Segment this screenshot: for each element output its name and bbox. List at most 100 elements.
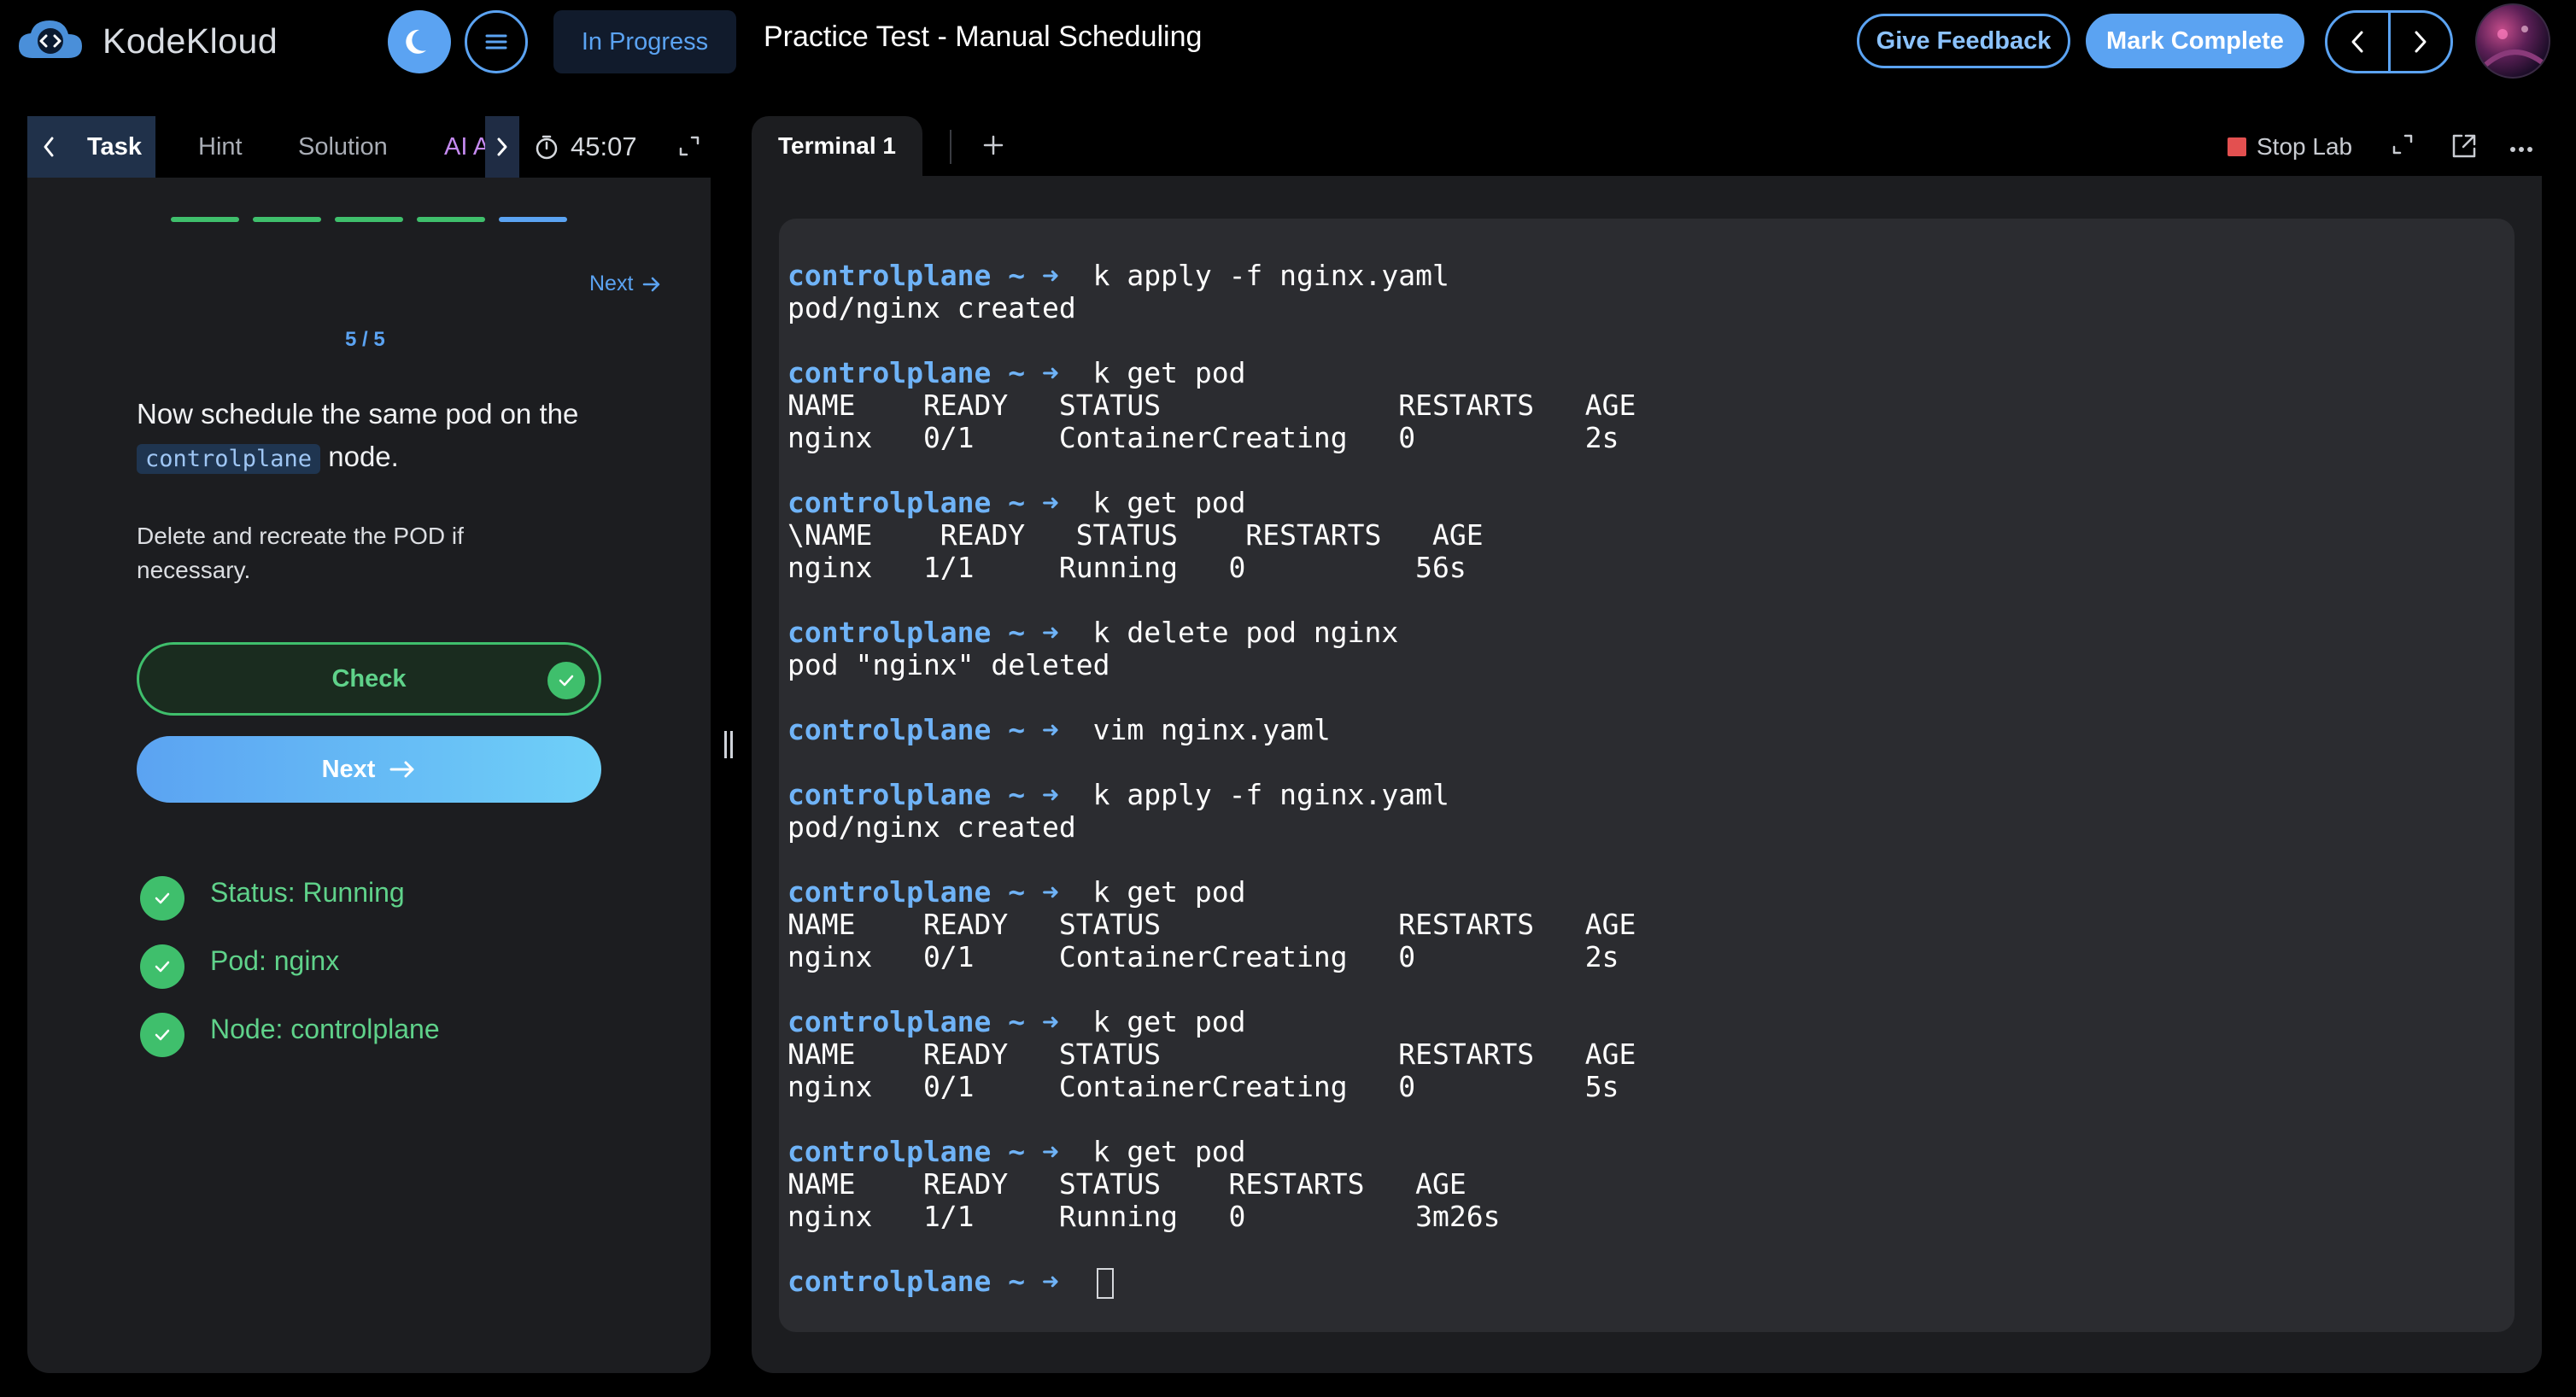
kodekloud-logo[interactable]: KodeKloud bbox=[15, 15, 278, 67]
check-circle-icon bbox=[140, 1013, 184, 1057]
panel-resize-handle[interactable] bbox=[724, 731, 736, 758]
chevron-left-icon bbox=[44, 137, 54, 157]
terminal-prompt: controlplane ~ ➜ bbox=[787, 616, 1059, 649]
terminal-command-line: controlplane ~ ➜ k delete pod nginx bbox=[787, 617, 1636, 649]
terminal-output-line: nginx 1/1 Running 0 56s bbox=[787, 551, 1467, 584]
expand-terminal-button[interactable] bbox=[2390, 132, 2415, 161]
next-question-button[interactable] bbox=[2391, 13, 2451, 71]
step-segment[interactable] bbox=[335, 217, 403, 222]
terminal-window[interactable]: controlplane ~ ➜ k apply -f nginx.yaml po… bbox=[779, 219, 2515, 1332]
check-button-label: Check bbox=[331, 664, 407, 693]
tab-solution[interactable]: Solution bbox=[298, 116, 388, 178]
terminal-command-line: controlplane ~ ➜ vim nginx.yaml bbox=[787, 714, 1636, 746]
check-circle-icon bbox=[140, 944, 184, 989]
question-subtext: Delete and recreate the POD if necessary… bbox=[137, 523, 464, 583]
expand-panel-button[interactable] bbox=[676, 133, 702, 163]
tabs-scroll-left[interactable] bbox=[27, 116, 70, 178]
status-badge: In Progress bbox=[553, 10, 736, 73]
terminal-command: vim nginx.yaml bbox=[1058, 713, 1331, 746]
next-link[interactable]: Next bbox=[589, 272, 662, 296]
terminal-output-line: \NAME READY STATUS RESTARTS AGE bbox=[787, 518, 1484, 552]
tab-task[interactable]: Task bbox=[70, 116, 155, 178]
mark-complete-button[interactable]: Mark Complete bbox=[2086, 14, 2304, 68]
tabs-scroll-right[interactable] bbox=[485, 116, 519, 178]
terminal-output-line: nginx 0/1 ContainerCreating 0 5s bbox=[787, 1070, 1619, 1103]
question-text: Now schedule the same pod on the control… bbox=[137, 393, 641, 481]
timer-value: 45:07 bbox=[571, 132, 637, 161]
dark-mode-toggle[interactable] bbox=[388, 10, 451, 73]
step-segment[interactable] bbox=[253, 217, 321, 222]
stop-icon bbox=[2228, 137, 2246, 156]
next-button[interactable]: Next bbox=[137, 736, 601, 803]
terminal-prompt: controlplane ~ ➜ bbox=[787, 1265, 1059, 1298]
terminal-prompt: controlplane ~ ➜ bbox=[787, 356, 1059, 389]
arrow-right-icon bbox=[643, 277, 660, 291]
terminal-output-line: NAME READY STATUS RESTARTS AGE bbox=[787, 1038, 1636, 1071]
tab-hint[interactable]: Hint bbox=[198, 116, 243, 178]
stop-lab-label: Stop Lab bbox=[2257, 133, 2353, 160]
terminal-prompt: controlplane ~ ➜ bbox=[787, 486, 1059, 519]
terminal-prompt: controlplane ~ ➜ bbox=[787, 259, 1059, 292]
terminal-command bbox=[1059, 1265, 1093, 1298]
node-code: controlplane bbox=[137, 444, 321, 474]
step-segment-current[interactable] bbox=[499, 217, 567, 222]
terminal-cursor[interactable] bbox=[1096, 1267, 1114, 1299]
arrow-right-icon bbox=[389, 761, 414, 778]
terminal-output-line: nginx 1/1 Running 0 3m26s bbox=[787, 1200, 1501, 1233]
terminal-command: k get pod bbox=[1058, 486, 1246, 519]
terminal-command-line: controlplane ~ ➜ k get pod bbox=[787, 1006, 1636, 1038]
page-title: Practice Test - Manual Scheduling bbox=[764, 20, 1203, 53]
terminal-prompt: controlplane ~ ➜ bbox=[787, 1005, 1059, 1038]
terminal-prompt: controlplane ~ ➜ bbox=[787, 778, 1059, 811]
user-avatar[interactable] bbox=[2475, 3, 2550, 79]
terminal-command-line: controlplane ~ ➜ bbox=[787, 1265, 1636, 1299]
terminal-command-line: controlplane ~ ➜ k get pod bbox=[787, 487, 1636, 519]
menu-lines-icon bbox=[485, 34, 507, 50]
terminal-output-line: NAME READY STATUS RESTARTS AGE bbox=[787, 908, 1636, 941]
terminal-output: controlplane ~ ➜ k apply -f nginx.yaml po… bbox=[787, 259, 1636, 1299]
external-link-icon bbox=[2452, 134, 2476, 158]
tab-ai-assistant[interactable]: AI Assis bbox=[444, 116, 487, 178]
terminal-output-line: nginx 0/1 ContainerCreating 0 2s bbox=[787, 940, 1619, 973]
terminal-output-line: pod/nginx created bbox=[787, 291, 1076, 324]
expand-icon bbox=[679, 136, 700, 156]
terminal-prompt: controlplane ~ ➜ bbox=[787, 875, 1059, 909]
add-terminal-button[interactable] bbox=[981, 128, 1006, 167]
next-link-label: Next bbox=[589, 272, 634, 295]
terminal-prompt: controlplane ~ ➜ bbox=[787, 1135, 1059, 1168]
previous-button[interactable] bbox=[2327, 13, 2388, 71]
terminal-command-line: controlplane ~ ➜ k apply -f nginx.yaml bbox=[787, 779, 1636, 811]
terminal-output-line: pod/nginx created bbox=[787, 810, 1076, 844]
question-nav bbox=[2325, 10, 2453, 73]
brand-name: KodeKloud bbox=[102, 20, 278, 61]
check-button[interactable]: Check bbox=[137, 642, 601, 716]
cloud-logo-icon bbox=[15, 15, 85, 67]
stopwatch-icon bbox=[536, 135, 558, 160]
question-counter: 5 / 5 bbox=[345, 328, 385, 351]
terminal-output-line: NAME READY STATUS RESTARTS AGE bbox=[787, 389, 1636, 422]
check-success-icon bbox=[547, 662, 585, 699]
menu-button[interactable] bbox=[465, 10, 528, 73]
stop-lab-button[interactable]: Stop Lab bbox=[2228, 130, 2352, 164]
more-options-button[interactable] bbox=[2509, 142, 2533, 157]
tab-terminal-1[interactable]: Terminal 1 bbox=[752, 116, 922, 176]
give-feedback-button[interactable]: Give Feedback bbox=[1857, 14, 2070, 68]
next-button-label: Next bbox=[321, 755, 376, 783]
step-segment[interactable] bbox=[171, 217, 239, 222]
step-segment[interactable] bbox=[417, 217, 485, 222]
tab-divider bbox=[950, 130, 951, 164]
open-external-button[interactable] bbox=[2450, 132, 2479, 165]
terminal-command: k get pod bbox=[1058, 1005, 1246, 1038]
terminal-command-line: controlplane ~ ➜ k get pod bbox=[787, 357, 1636, 389]
terminal-command: k apply -f nginx.yaml bbox=[1058, 778, 1449, 811]
status-checks: Status: Running Pod: nginx Node: control… bbox=[140, 864, 440, 1069]
progress-steps bbox=[171, 217, 567, 222]
terminal-command-line: controlplane ~ ➜ k get pod bbox=[787, 876, 1636, 909]
chevron-right-icon bbox=[2415, 31, 2427, 53]
